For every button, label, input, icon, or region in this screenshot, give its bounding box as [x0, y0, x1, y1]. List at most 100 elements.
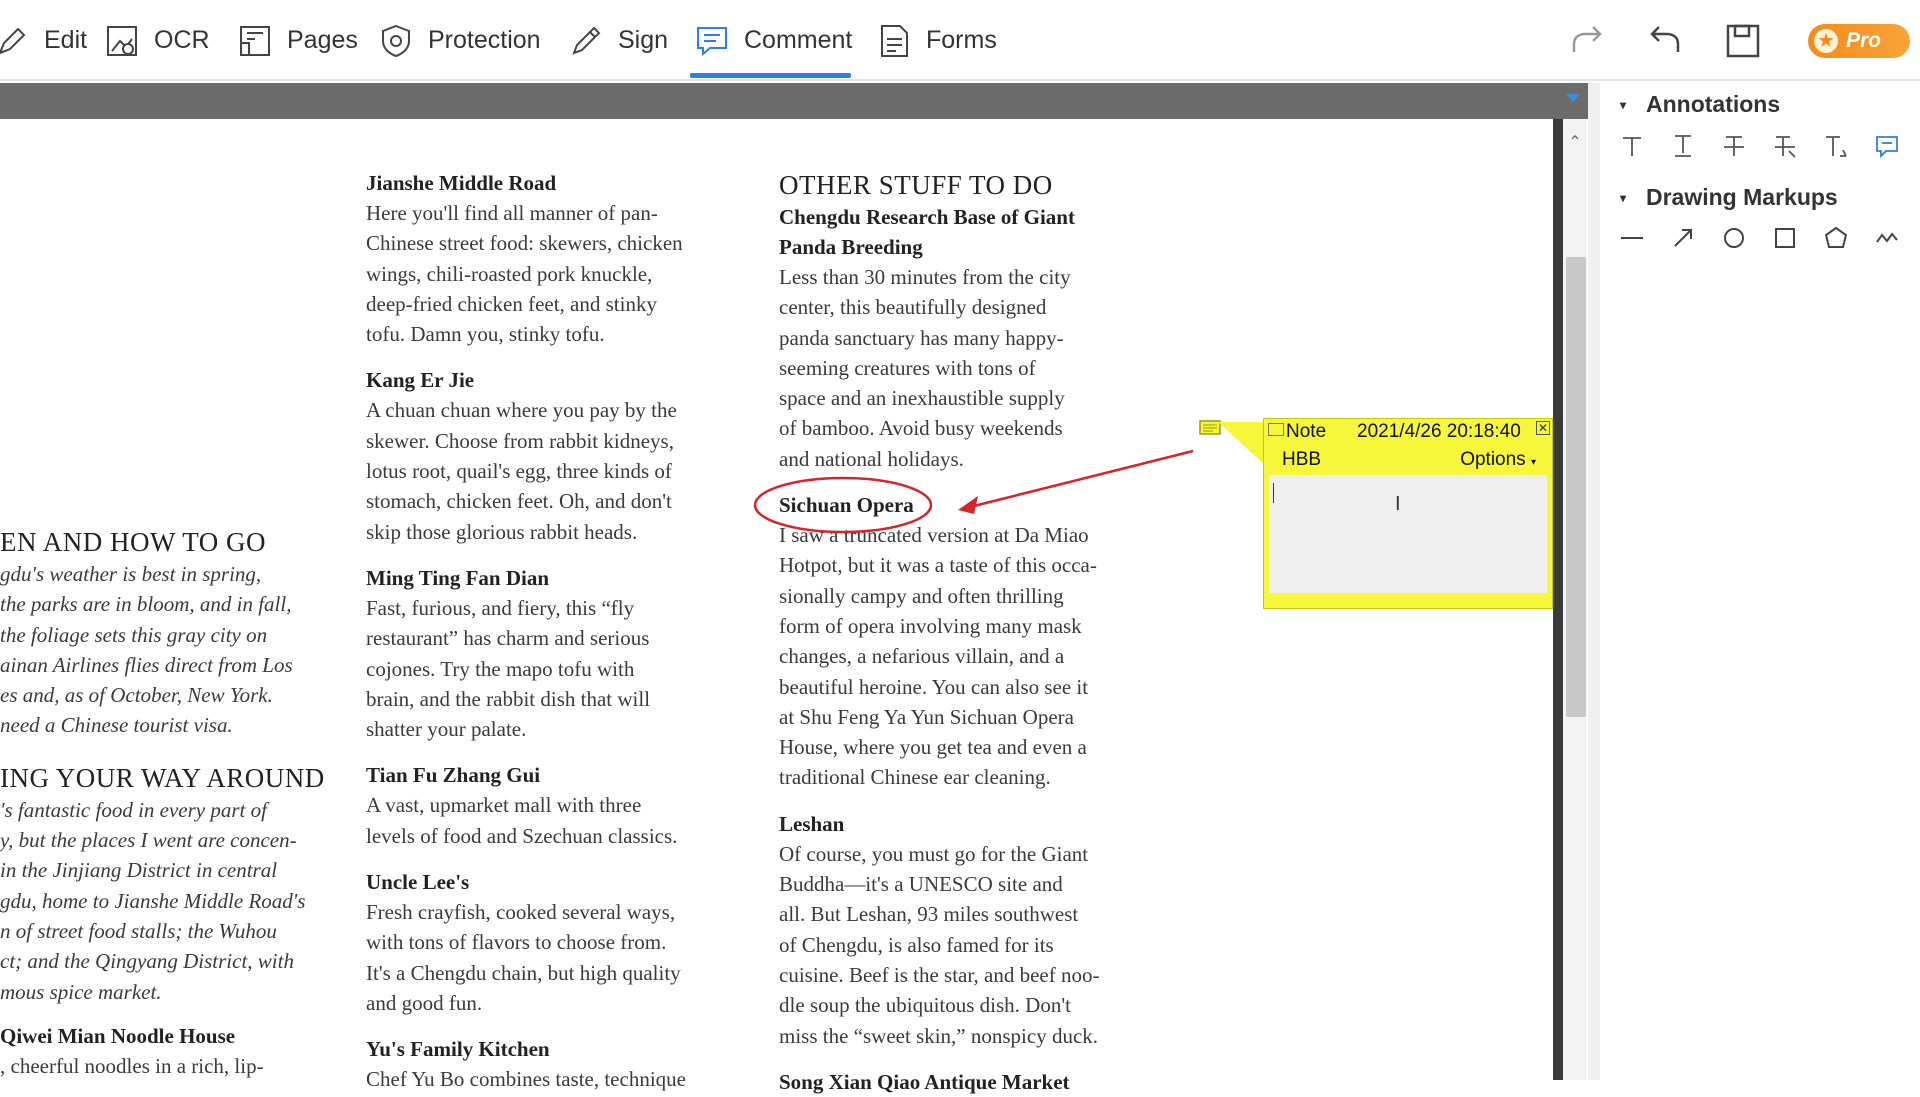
text-line: 's fantastic food in every part of: [0, 797, 267, 822]
document-top-bar: [0, 83, 1588, 119]
text-line: tofu. Damn you, stinky tofu.: [366, 322, 605, 347]
edit-pencil-icon: [0, 27, 26, 54]
polygon-tool-button[interactable]: [1817, 219, 1854, 256]
text-line: skip those glorious rabbit heads.: [366, 519, 638, 544]
arrow-tool-button[interactable]: [1664, 219, 1701, 256]
text-tool-button[interactable]: [1613, 127, 1650, 164]
text-line: miss the “sweet skin,” nonspicy duck.: [779, 1023, 1099, 1048]
note-text-area[interactable]: I: [1269, 475, 1547, 593]
note-header: Note 2021/4/26 20:18:40: [1268, 421, 1548, 445]
text-line: mous spice market.: [0, 979, 162, 1004]
annotations-title: Annotations: [1646, 91, 1781, 117]
note-small-icon: [1268, 423, 1284, 436]
text-line: Less than 30 minutes from the city: [779, 265, 1071, 289]
replace-text-tool-button[interactable]: [1766, 127, 1803, 164]
text-line: in the Jinjiang District in central: [0, 858, 278, 883]
text-line: traditional Chinese ear cleaning.: [779, 765, 1051, 790]
text-line: sionally campy and often thrilling: [779, 583, 1064, 608]
text-line: changes, a nefarious villain, and a: [779, 644, 1065, 669]
line-icon: [1620, 236, 1643, 239]
text-line: of bamboo. Avoid busy weekends: [779, 416, 1063, 441]
comment-tools-panel: ▾ Annotations ▾ Drawing Markups: [1600, 83, 1920, 1080]
annotations-section-toggle[interactable]: ▾ Annotations: [1620, 91, 1780, 118]
text-line: restaurant” has charm and serious: [366, 626, 650, 651]
protection-tab-label: Protection: [428, 26, 541, 54]
text-line: brain, and the rabbit dish that will: [366, 686, 651, 711]
text-line: space and an inexhaustible supply: [779, 386, 1065, 411]
line-tool-button[interactable]: [1613, 219, 1650, 256]
note-tool-button[interactable]: [1868, 127, 1905, 164]
drawing-markups-section-toggle[interactable]: ▾ Drawing Markups: [1620, 184, 1838, 211]
undo-icon: [1650, 26, 1680, 52]
ocr-scan-icon: [107, 25, 137, 56]
comment-icon: [697, 26, 727, 56]
text-line: es and, as of October, New York.: [0, 683, 273, 708]
text-line: levels of food and Szechuan classics.: [366, 823, 678, 848]
ibeam-cursor-icon: I: [1395, 493, 1401, 515]
sign-tab[interactable]: Sign: [568, 0, 668, 81]
pro-upgrade-button[interactable]: ★ Pro: [1808, 24, 1910, 58]
drawing-markups-title: Drawing Markups: [1646, 184, 1838, 210]
save-button[interactable]: [1720, 18, 1766, 64]
note-subheader: HBB Options ▾: [1282, 449, 1546, 473]
scrollbar-thumb[interactable]: [1566, 257, 1586, 717]
text-line: stomach, chicken feet. Oh, and don't: [366, 489, 672, 514]
pages-tab[interactable]: Pages: [237, 0, 358, 81]
left-column: EN AND HOW TO GO gdu's weather is best i…: [0, 525, 330, 1081]
edit-tab[interactable]: Edit: [0, 0, 87, 81]
annotation-tools-row: [1613, 127, 1905, 164]
note-options-button[interactable]: Options ▾: [1460, 449, 1536, 471]
text-line: cojones. Try the mapo tofu with: [366, 656, 635, 681]
text-line: the foliage sets this gray city on: [0, 622, 268, 647]
text-cursor-icon: [1674, 134, 1691, 157]
replace-text-icon: [1774, 135, 1796, 158]
undo-button[interactable]: [1642, 18, 1688, 64]
text-line: I saw a truncated version at Da Miao: [779, 523, 1089, 548]
polygon-icon: [1824, 226, 1847, 248]
rectangle-tool-button[interactable]: [1766, 219, 1803, 256]
insert-text-icon: [1825, 135, 1847, 157]
panel-divider: [1588, 83, 1600, 1080]
arrow-icon: [1673, 228, 1692, 247]
text-line: skewer. Choose from rabbit kidneys,: [366, 428, 674, 453]
redo-icon: [1572, 26, 1602, 52]
text-line: Fresh crayfish, cooked several ways,: [366, 900, 676, 925]
text-line: beautiful heroine. You can also see it: [779, 674, 1089, 699]
text-line: Here you'll find all manner of pan-: [366, 201, 658, 225]
entry-title: Kang Er Jie: [366, 368, 475, 393]
section-heading: ING YOUR WAY AROUND: [0, 762, 325, 793]
text-line: n of street food stalls; the Wuhou: [0, 918, 277, 943]
protection-tab[interactable]: Protection: [378, 0, 541, 81]
scroll-up-icon[interactable]: ⌃: [1568, 135, 1582, 151]
note-close-button[interactable]: ✕: [1536, 421, 1550, 435]
text-caret: [1273, 483, 1274, 503]
middle-column: Jianshe Middle Road Here you'll find all…: [366, 168, 746, 1095]
forms-tab[interactable]: Forms: [876, 0, 997, 81]
underline-tool-button[interactable]: [1664, 127, 1701, 164]
insert-text-tool-button[interactable]: [1817, 127, 1854, 164]
text-line: at Shu Feng Ya Yun Sichuan Opera: [779, 704, 1074, 729]
entry-title: Yu's Family Kitchen: [366, 1037, 550, 1062]
text-line: Chef Yu Bo combines taste, technique: [366, 1067, 686, 1092]
text-line: need a Chinese tourist visa.: [0, 713, 233, 738]
circle-tool-button[interactable]: [1715, 219, 1752, 256]
text-line: Chinese street food: skewers, chicken: [366, 231, 683, 256]
note-options-label: Options: [1460, 449, 1526, 470]
freehand-tool-button[interactable]: [1868, 219, 1905, 256]
dropdown-arrow-icon[interactable]: [1566, 94, 1580, 102]
sign-pen-icon: [572, 26, 601, 55]
text-line: panda sanctuary has many happy-: [779, 325, 1064, 350]
text-line: wings, chili-roasted pork knuckle,: [366, 261, 653, 286]
ocr-tab[interactable]: OCR: [104, 0, 210, 81]
star-icon: ★: [1814, 29, 1838, 53]
text-line: seeming creatures with tons of: [779, 355, 1036, 380]
comment-tab[interactable]: Comment: [694, 0, 852, 81]
strikethrough-tool-button[interactable]: [1715, 127, 1752, 164]
redo-button[interactable]: [1564, 18, 1610, 64]
text-line: Buddha—it's a UNESCO site and: [779, 872, 1063, 897]
pages-tab-label: Pages: [287, 26, 358, 54]
freehand-icon: [1875, 231, 1898, 243]
text-line: House, where you get tea and even a: [779, 735, 1087, 760]
comment-tab-label: Comment: [744, 26, 853, 54]
active-tab-indicator: [690, 73, 851, 78]
